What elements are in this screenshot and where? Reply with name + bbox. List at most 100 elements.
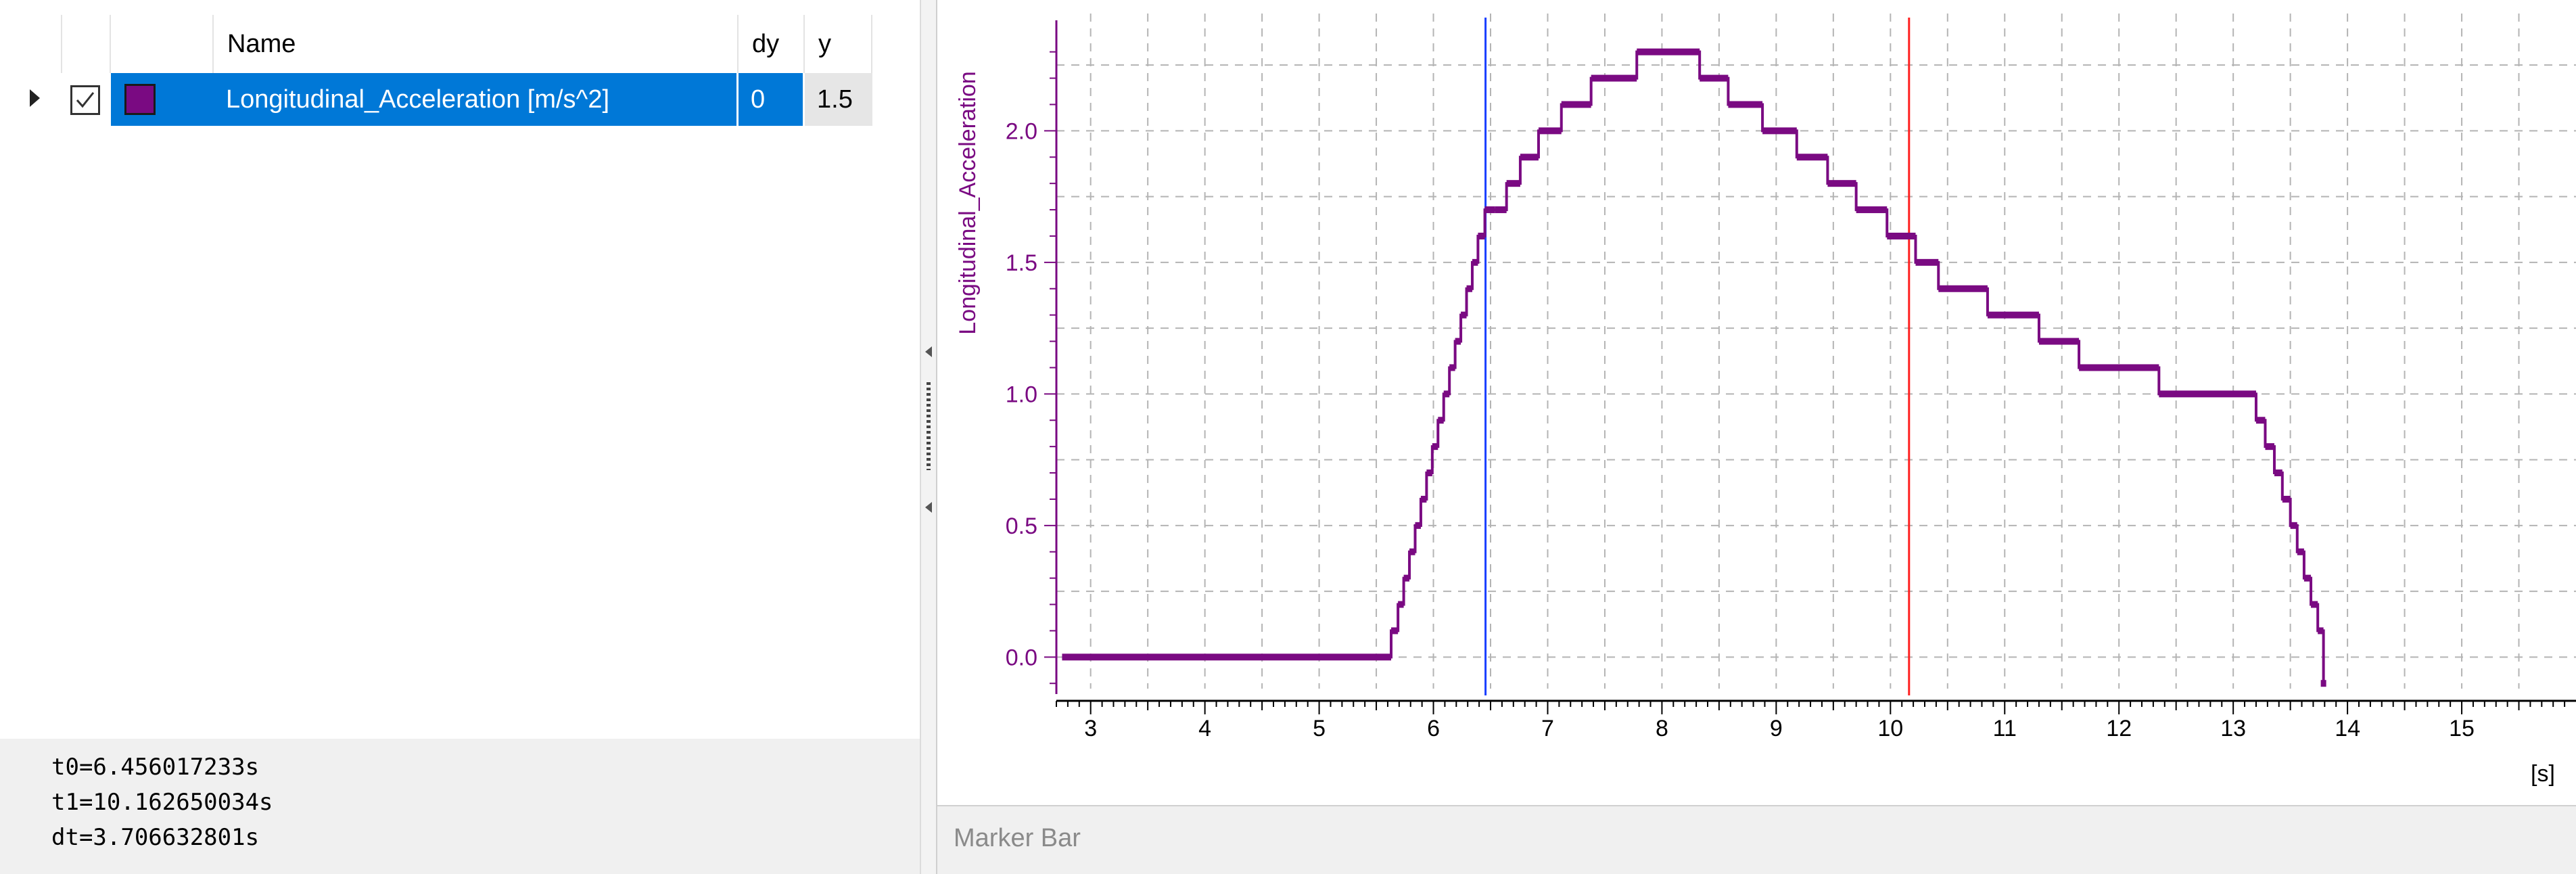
cursor-t1-text: t1=10.162650034s: [51, 789, 273, 816]
series-sample: [1449, 364, 1455, 371]
series-sample: [1472, 258, 1478, 266]
x-tick-label: 3: [1084, 716, 1097, 741]
series-sample: [2318, 627, 2324, 635]
series-sample: [1762, 127, 1797, 135]
series-sample: [1420, 495, 1427, 503]
series-sample: [1796, 154, 1828, 161]
y-tick-label: 0.0: [1006, 645, 1037, 670]
y-tick-label: 0.5: [1006, 513, 1037, 539]
cursor-info-panel: t0=6.456017233s t1=10.162650034s dt=3.70…: [0, 739, 920, 874]
series-sample: [2159, 390, 2256, 398]
x-tick-label: 9: [1770, 716, 1783, 741]
grid: [1056, 14, 2576, 689]
series-sample: [1466, 285, 1472, 292]
series-sample: [1987, 311, 2039, 319]
y-tick-label: 1.5: [1006, 250, 1037, 276]
series-sample: [1938, 285, 1988, 292]
series-sample: [1391, 627, 1399, 635]
marker-bar[interactable]: Marker Bar: [937, 805, 2576, 874]
marker-bar-label: Marker Bar: [954, 824, 1081, 852]
collapse-left-arrow-icon[interactable]: [925, 346, 932, 357]
visibility-cell: [62, 73, 111, 126]
series-sample: [1538, 127, 1562, 135]
series-sample: [2282, 495, 2291, 503]
series-sample: [1478, 232, 1485, 239]
series-sample: [2297, 548, 2304, 555]
series-sample: [1426, 469, 1432, 477]
table-header: Name dy y: [0, 15, 872, 73]
series-sample: [2320, 680, 2326, 687]
x-axis-unit-label: [s]: [2531, 761, 2555, 787]
header-spacer: [0, 15, 62, 73]
series-sample: [1415, 522, 1421, 529]
series-sample: [1700, 74, 1729, 82]
x-tick-label: 4: [1198, 716, 1211, 741]
series-sample: [1438, 417, 1444, 424]
series-sample: [1062, 653, 1392, 661]
series-sample: [2311, 601, 2318, 608]
series-sample: [1520, 154, 1539, 161]
row-pointer-icon: [30, 89, 40, 107]
series-sample: [1495, 206, 1507, 214]
signal-y-value: 1.5: [805, 73, 872, 126]
series-sample: [2303, 574, 2312, 582]
series-sample: [1827, 180, 1856, 187]
series-sample: [1591, 74, 1637, 82]
series-sample: [1637, 48, 1700, 55]
series-sample: [2265, 443, 2274, 451]
series-sample: [1484, 206, 1495, 214]
series-sample: [1403, 574, 1410, 582]
y-axis-label: Longitudinal_Acceleration: [955, 71, 981, 334]
grip-dots-icon: [927, 382, 931, 470]
series-sample: [1915, 258, 1939, 266]
header-check: [62, 15, 111, 73]
series-sample: [1455, 338, 1461, 345]
x-tick-label: 15: [2449, 716, 2475, 741]
signal-dy-value: 0: [739, 73, 805, 126]
header-color: [111, 15, 214, 73]
color-cell: [111, 73, 214, 126]
row-indicator: [0, 73, 62, 126]
plot-area[interactable]: 0.0 0.5 1.0 1.5 2.0 3 4 5 6 7 8 9 10 11 12 13 14 15 Longi…: [937, 0, 2576, 805]
series-sample: [2274, 469, 2282, 477]
series-sample: [1461, 311, 1467, 319]
check-icon: [76, 92, 95, 108]
x-tick-label: 10: [1877, 716, 1903, 741]
y-tick-label: 1.0: [1006, 382, 1037, 407]
x-tick-label: 11: [1993, 716, 2017, 741]
panel-splitter[interactable]: [920, 0, 937, 874]
x-tick-label: 8: [1656, 716, 1668, 741]
series-sample: [1398, 601, 1404, 608]
visibility-checkbox[interactable]: [70, 85, 100, 115]
cursor-dt-text: dt=3.706632801s: [51, 824, 260, 851]
signal-panel: Name dy y Longitudinal_Acceleration [m/s…: [0, 0, 923, 874]
series-sample: [1506, 180, 1520, 187]
cursor-t0-text: t0=6.456017233s: [51, 754, 260, 781]
series-sample: [2038, 338, 2080, 345]
x-tick-label: 5: [1313, 716, 1326, 741]
series-sample: [1443, 390, 1450, 398]
x-tick-label: 7: [1541, 716, 1554, 741]
series-sample: [1856, 206, 1888, 214]
x-tick-label: 12: [2106, 716, 2132, 741]
collapse-left-arrow-icon-lower[interactable]: [925, 502, 932, 513]
x-tick-label: 13: [2220, 716, 2246, 741]
series-sample: [1409, 548, 1415, 555]
series-sample: [1561, 101, 1591, 108]
cursor-layer: [1484, 18, 1911, 695]
y-tick-label: 2.0: [1006, 118, 1037, 144]
series-sample: [2255, 417, 2266, 424]
series-sample: [1432, 443, 1438, 451]
series-sample: [2290, 522, 2297, 529]
header-y[interactable]: y: [805, 15, 872, 73]
signal-name[interactable]: Longitudinal_Acceleration [m/s^2]: [214, 73, 739, 126]
series-sample: [2079, 364, 2159, 371]
header-dy[interactable]: dy: [739, 15, 805, 73]
header-name[interactable]: Name: [214, 15, 739, 73]
series-sample: [1887, 232, 1916, 239]
x-tick-label: 14: [2335, 716, 2360, 741]
table-row[interactable]: Longitudinal_Acceleration [m/s^2] 0 1.5: [0, 73, 872, 126]
signal-color-swatch[interactable]: [124, 84, 156, 115]
x-tick-label: 6: [1427, 716, 1440, 741]
series-sample: [1728, 101, 1763, 108]
